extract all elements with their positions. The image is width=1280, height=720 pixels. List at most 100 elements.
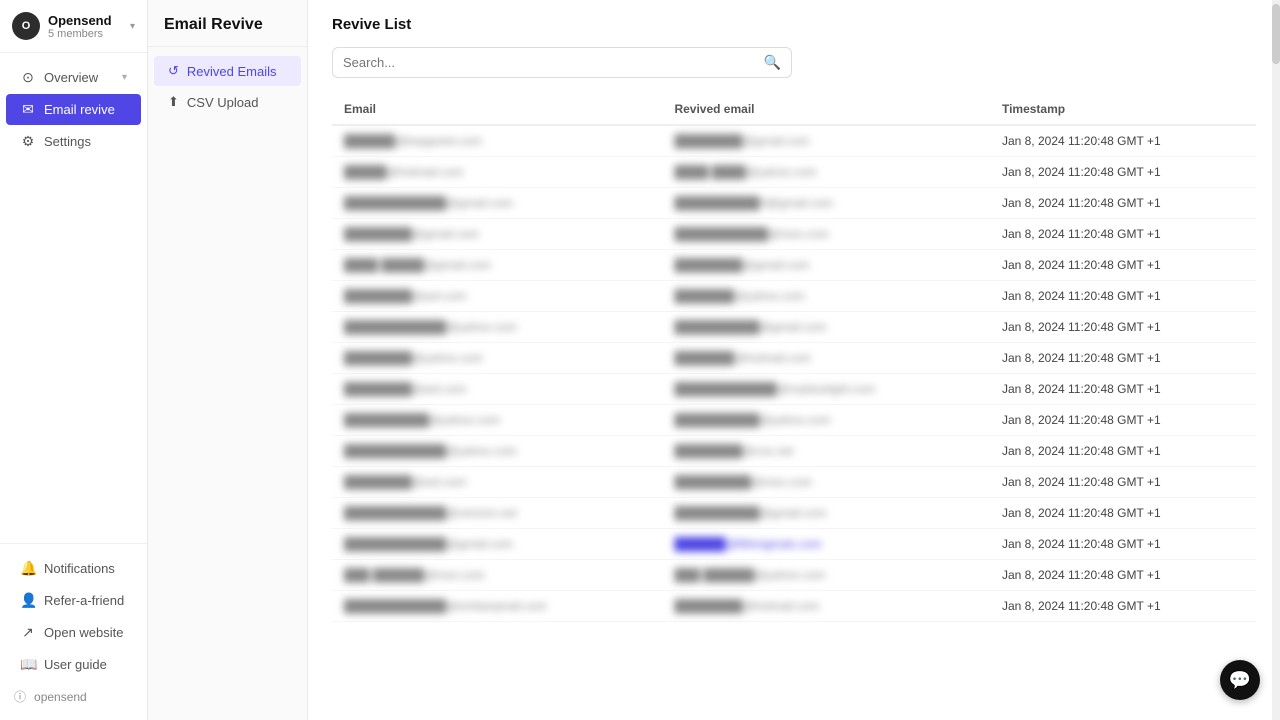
scrollbar-track <box>1272 0 1280 720</box>
revived-email-cell: ████████@hotmail.com <box>662 591 990 622</box>
user-guide-icon: 📖 <box>20 656 36 673</box>
sidebar-item-email-revive-label: Email revive <box>44 102 127 117</box>
email-cell: ████████@aol.com <box>332 467 662 498</box>
email-cell: ████████@aol.com <box>332 374 662 405</box>
timestamp-cell: Jan 8, 2024 11:20:48 GMT +1 <box>990 219 1256 250</box>
email-cell: ██████████@yahoo.com <box>332 405 662 436</box>
col-revived-email: Revived email <box>662 94 990 125</box>
email-cell: ████████████@gmail.com <box>332 188 662 219</box>
email-value: ████████@aol.com <box>344 475 466 489</box>
timestamp-cell: Jan 8, 2024 11:20:48 GMT +1 <box>990 436 1256 467</box>
email-revive-icon: ✉ <box>20 101 36 118</box>
opensend-footer: ⓘ opensend <box>0 681 147 712</box>
timestamp-cell: Jan 8, 2024 11:20:48 GMT +1 <box>990 560 1256 591</box>
sub-sidebar-item-csv-upload[interactable]: ⬆ CSV Upload <box>154 87 301 117</box>
email-cell: ████████████@yahoo.com <box>332 312 662 343</box>
search-bar: 🔍 <box>332 47 792 78</box>
sidebar-item-email-revive[interactable]: ✉ Email revive <box>6 94 141 125</box>
table-row: █████@hotmail.com████ ████@yahoo.comJan … <box>332 157 1256 188</box>
revived-email-value: ████████████@mybluelight.com <box>674 382 875 396</box>
notifications-icon: 🔔 <box>20 560 36 577</box>
org-logo: O <box>12 12 40 40</box>
revive-table: Email Revived email Timestamp ██████@lea… <box>332 94 1256 622</box>
timestamp-cell: Jan 8, 2024 11:20:48 GMT +1 <box>990 250 1256 281</box>
timestamp-cell: Jan 8, 2024 11:20:48 GMT +1 <box>990 374 1256 405</box>
timestamp-cell: Jan 8, 2024 11:20:48 GMT +1 <box>990 405 1256 436</box>
sidebar-item-overview[interactable]: ⊙ Overview ▾ <box>6 62 141 93</box>
revived-email-value: ███████████@msn.com <box>674 227 828 241</box>
sidebar-item-settings[interactable]: ⚙ Settings <box>6 126 141 157</box>
table-row: ████████████@embarqmail.com ████████@hotm… <box>332 591 1256 622</box>
revived-email-cell: ████████@cox.net <box>662 436 990 467</box>
email-value: ████████@aol.com <box>344 289 466 303</box>
revived-email-value: ██████@fbforiginals.com <box>674 537 821 551</box>
main-content-area: Revive List 🔍 Email Revived email Timest… <box>308 0 1280 720</box>
sidebar: O Opensend 5 members ▾ ⊙ Overview ▾ ✉ Em… <box>0 0 148 720</box>
revived-email-cell: ███████@hotmail.com <box>662 343 990 374</box>
overview-icon: ⊙ <box>20 69 36 86</box>
revived-email-cell: ████████████@mybluelight.com <box>662 374 990 405</box>
main-nav: ⊙ Overview ▾ ✉ Email revive ⚙ Settings <box>0 53 147 543</box>
scrollbar-thumb[interactable] <box>1272 4 1280 64</box>
refer-label: Refer-a-friend <box>44 593 124 608</box>
email-cell: ████████████@verizon.net <box>332 498 662 529</box>
sidebar-item-open-website[interactable]: ↗ Open website <box>6 617 141 648</box>
revived-email-cell: █████████@msn.com <box>662 467 990 498</box>
sub-sidebar-nav: ↺ Revived Emails ⬆ CSV Upload <box>148 47 307 126</box>
email-value: ████ █████@gmail.com <box>344 258 491 272</box>
revived-email-value: ████████@cox.net <box>674 444 793 458</box>
timestamp-cell: Jan 8, 2024 11:20:48 GMT +1 <box>990 591 1256 622</box>
revived-email-value: ████████@hotmail.com <box>674 599 819 613</box>
org-header[interactable]: O Opensend 5 members ▾ <box>0 0 147 53</box>
email-cell: ████████████@embarqmail.com <box>332 591 662 622</box>
email-value: ██████████@yahoo.com <box>344 413 500 427</box>
revived-email-value: ███ ██████@yahoo.com <box>674 568 825 582</box>
org-name: Opensend <box>48 13 122 28</box>
revived-email-value: █████████@msn.com <box>674 475 811 489</box>
timestamp-cell: Jan 8, 2024 11:20:48 GMT +1 <box>990 125 1256 157</box>
revived-email-value: ████████@gmail.com <box>674 134 809 148</box>
sidebar-item-notifications[interactable]: 🔔 Notifications <box>6 553 141 584</box>
email-cell: ████████@gmail.com <box>332 219 662 250</box>
revive-list-title: Revive List <box>332 16 1256 33</box>
timestamp-cell: Jan 8, 2024 11:20:48 GMT +1 <box>990 343 1256 374</box>
sidebar-item-refer[interactable]: 👤 Refer-a-friend <box>6 585 141 616</box>
csv-upload-label: CSV Upload <box>187 95 259 110</box>
table-row: ████████████@gmail.com ██████████4@gmail.… <box>332 188 1256 219</box>
refer-icon: 👤 <box>20 592 36 609</box>
revived-email-value: ██████████4@gmail.com <box>674 196 833 210</box>
sub-sidebar-item-revived-emails[interactable]: ↺ Revived Emails <box>154 56 301 86</box>
email-value: ████████████@yahoo.com <box>344 320 517 334</box>
email-cell: ████████@yahoo.com <box>332 343 662 374</box>
revived-emails-label: Revived Emails <box>187 64 277 79</box>
search-input[interactable] <box>343 55 764 70</box>
notifications-label: Notifications <box>44 561 115 576</box>
table-row: ███ ██████@msn.com███ ██████@yahoo.comJa… <box>332 560 1256 591</box>
table-row: ████████@gmail.com ███████████@msn.com Jan… <box>332 219 1256 250</box>
revived-email-value: ██████████@gmail.com <box>674 506 826 520</box>
email-value: ████████████@verizon.net <box>344 506 517 520</box>
search-button[interactable]: 🔍 <box>764 54 781 71</box>
email-value: ████████████@gmail.com <box>344 537 513 551</box>
table-row: ████████████@verizon.net ██████████@gmail… <box>332 498 1256 529</box>
table-row: ████████████@gmail.com ██████@fbforiginal… <box>332 529 1256 560</box>
revived-email-value: ███████@yahoo.com <box>674 289 804 303</box>
revived-email-cell: ████████@gmail.com <box>662 125 990 157</box>
sidebar-item-user-guide[interactable]: 📖 User guide <box>6 649 141 680</box>
revived-email-value: ████████@gmail.com <box>674 258 809 272</box>
overview-chevron-icon: ▾ <box>122 72 127 83</box>
chat-button[interactable]: 💬 <box>1220 660 1260 700</box>
revived-email-cell: ██████████@gmail.com <box>662 312 990 343</box>
table-row: ████████@aol.com███████@yahoo.comJan 8, … <box>332 281 1256 312</box>
org-info: Opensend 5 members <box>48 13 122 40</box>
revived-email-value: ██████████@yahoo.com <box>674 413 830 427</box>
revived-email-cell: ███ ██████@yahoo.com <box>662 560 990 591</box>
table-row: ████████@aol.com ████████████@mybluelight… <box>332 374 1256 405</box>
sidebar-bottom: 🔔 Notifications 👤 Refer-a-friend ↗ Open … <box>0 543 147 720</box>
email-value: ████████████@gmail.com <box>344 196 513 210</box>
revived-email-cell: ███████@yahoo.com <box>662 281 990 312</box>
sub-sidebar-title: Email Revive <box>148 0 307 47</box>
email-value: ████████@gmail.com <box>344 227 479 241</box>
revived-email-cell: ██████████4@gmail.com <box>662 188 990 219</box>
revived-emails-icon: ↺ <box>168 63 179 79</box>
